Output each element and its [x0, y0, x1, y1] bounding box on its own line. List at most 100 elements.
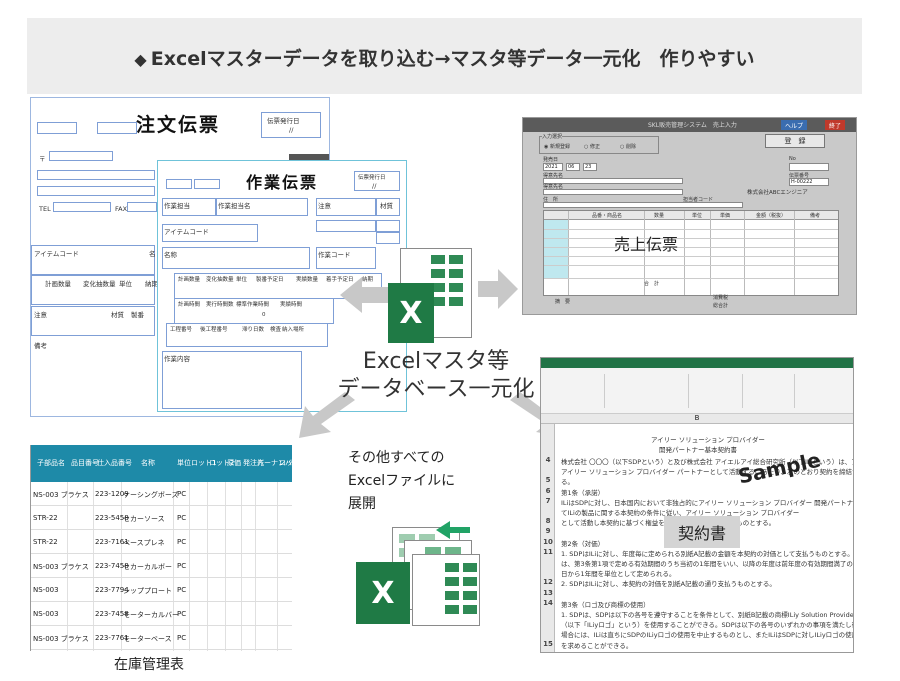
- row-number: 7: [545, 496, 551, 505]
- order-item-code: アイテムコード: [34, 250, 79, 258]
- contract-label: 契約書: [664, 516, 740, 548]
- ribbon-group[interactable]: [609, 374, 689, 408]
- row-number: 6: [545, 486, 551, 495]
- excel-cell: [449, 255, 463, 264]
- grid-row-line: [544, 238, 838, 239]
- diamond-icon: ◆: [134, 50, 147, 69]
- customer-name-input[interactable]: [543, 189, 683, 195]
- order-box-a: [37, 122, 77, 134]
- work-row1-1: 計画数量: [178, 277, 201, 283]
- ribbon-group[interactable]: [545, 374, 605, 408]
- excel-ribbon: [541, 368, 853, 414]
- slip-no-input[interactable]: H-00222: [789, 178, 829, 186]
- table-row[interactable]: NS-003 ブラケス 223-1209 ケーシングボーズ PC: [31, 482, 292, 506]
- ribbon-group[interactable]: [799, 374, 849, 408]
- date-year: 2021: [545, 164, 558, 170]
- table-cell: PC: [177, 634, 187, 642]
- end-button[interactable]: 終了: [825, 120, 846, 130]
- work-row3-5: 納入場所: [282, 327, 305, 333]
- column-header-row: B: [541, 414, 853, 424]
- work-row1-5: 実績数量: [296, 277, 319, 283]
- work-box-b: [194, 179, 220, 189]
- banner-title-text: Excelマスターデータを取り込む→マスタ等データ一元化 作りやすい: [150, 48, 755, 70]
- work-extra-box-2: [376, 220, 400, 232]
- grid-head-4: 単価: [720, 213, 731, 219]
- grid-col-line: [710, 211, 711, 295]
- fax-label: FAX: [115, 205, 128, 213]
- customer-code-input[interactable]: [543, 178, 683, 184]
- work-row2-4: 実績時間: [280, 302, 303, 308]
- zip-mark: 〒: [39, 155, 46, 163]
- excel-file-front: [412, 554, 480, 626]
- help-button[interactable]: ヘルプ: [781, 120, 808, 130]
- input-select-group: 入力選択 ◉ 新規登録 ○ 修正 ○ 削除: [539, 133, 659, 154]
- work-date-sep: //: [372, 182, 377, 190]
- work-extra-box-1: [316, 220, 376, 232]
- radio-edit[interactable]: ○ 修正: [584, 143, 600, 150]
- grid-head-6: 備考: [810, 213, 821, 219]
- radio-delete-label: 削除: [625, 144, 636, 150]
- table-row[interactable]: NS-003 ブラケス 223-7761 モーターベース PC: [31, 626, 292, 650]
- row-number: 4: [545, 456, 551, 464]
- zip-box: [49, 151, 113, 161]
- work-slip-title: 作業伝票: [246, 173, 319, 192]
- table-cell: NS-003: [33, 586, 59, 594]
- work-name-label: 名称: [164, 251, 177, 259]
- sales-titlebar: SKL販売管理システム 売上入力 ヘルプ 終了: [523, 118, 856, 132]
- contract-title-2: 開発パートナー基本契約書: [659, 446, 737, 454]
- table-row[interactable]: NS-003 223-7458 モーターカルバー PC: [31, 602, 292, 626]
- table-cell: PC: [177, 514, 187, 522]
- order-manufacture: 製番: [131, 311, 144, 319]
- inv-head-11: ロット: [279, 459, 300, 467]
- table-row[interactable]: STR-22 223-7161 ベースプレネ PC: [31, 530, 292, 554]
- inv-head-2: 品目番号: [71, 459, 99, 467]
- column-b-header: B: [694, 414, 700, 422]
- contract-line: 場合には、ILiは直ちにSDPのILiyロゴの使用を中止するものとし、またILi…: [561, 631, 854, 640]
- table-cell: STR-22: [33, 514, 58, 522]
- excel-x-icon-small: X: [356, 562, 410, 624]
- radio-new[interactable]: ◉ 新規登録: [544, 143, 570, 150]
- no-input[interactable]: [789, 163, 829, 171]
- import-arrow-shape: [436, 521, 470, 539]
- excel-x-letter-small: X: [371, 575, 395, 611]
- work-extra-box-3: [376, 232, 400, 244]
- date-year-input[interactable]: 2021: [543, 163, 563, 171]
- work-note-label: 注意: [318, 202, 331, 210]
- register-button[interactable]: 登 録: [765, 134, 825, 148]
- work-row2-zero: 0: [262, 312, 266, 318]
- row-number: 8: [545, 517, 551, 526]
- table-cell: ベースプレネ: [123, 539, 165, 547]
- radio-delete[interactable]: ○ 削除: [620, 143, 636, 150]
- date-day-input[interactable]: 23: [583, 163, 597, 171]
- work-code-label: 作業コード: [318, 251, 351, 259]
- arrow-right-shape: [478, 269, 518, 309]
- table-row[interactable]: NS-003 ブラケス 223-7458 セカーカルボー PC: [31, 554, 292, 578]
- ribbon-group[interactable]: [747, 374, 795, 408]
- date-month-input[interactable]: 06: [566, 163, 580, 171]
- order-col-2: 変化抽数量: [83, 280, 116, 288]
- company-label: 株式会社ABCエンジニア: [747, 190, 808, 196]
- sales-detail-grid[interactable]: 品番・商品名 数量 単位 単価 金額（税抜） 備考 合 計: [543, 210, 839, 296]
- tax-label: 消費税: [713, 295, 729, 301]
- table-row[interactable]: NS-003 223-7794 シッププロート PC: [31, 578, 292, 602]
- arrow-to-sales: [478, 269, 518, 309]
- contract-title-1: アイリー ソリューション プロバイダー: [651, 436, 765, 444]
- inventory-caption: 在庫管理表: [114, 657, 184, 673]
- grid-row-line: [544, 278, 838, 279]
- center-caption: Excelマスタ等 データベース一元化: [336, 348, 536, 404]
- excel-cell: [463, 591, 477, 600]
- inventory-header-row: 子部品名 品目番号 仕入品番号 名称 単位 ロット1 ロット2 原価 発注先 バ…: [31, 445, 300, 482]
- no-label: No: [789, 156, 796, 162]
- table-cell: セカーカルボー: [123, 563, 172, 571]
- table-row[interactable]: STR-22 223-5458 セカーソース PC: [31, 506, 292, 530]
- expand-caption: その他すべての Excelファイルに 展開: [348, 447, 455, 516]
- contract-line: を求めることができる。: [561, 641, 633, 650]
- ribbon-group[interactable]: [693, 374, 743, 408]
- order-col-1: 計画数量: [45, 280, 71, 288]
- work-row3-1: 工程番号: [170, 327, 193, 333]
- order-date-label: 伝票発行日: [267, 117, 300, 125]
- excel-cell: [449, 283, 463, 292]
- memo-label: 摘 要: [555, 299, 571, 305]
- center-line-1: Excelマスタ等: [362, 349, 510, 374]
- table-cell: NS-003 ブラケス: [33, 635, 89, 643]
